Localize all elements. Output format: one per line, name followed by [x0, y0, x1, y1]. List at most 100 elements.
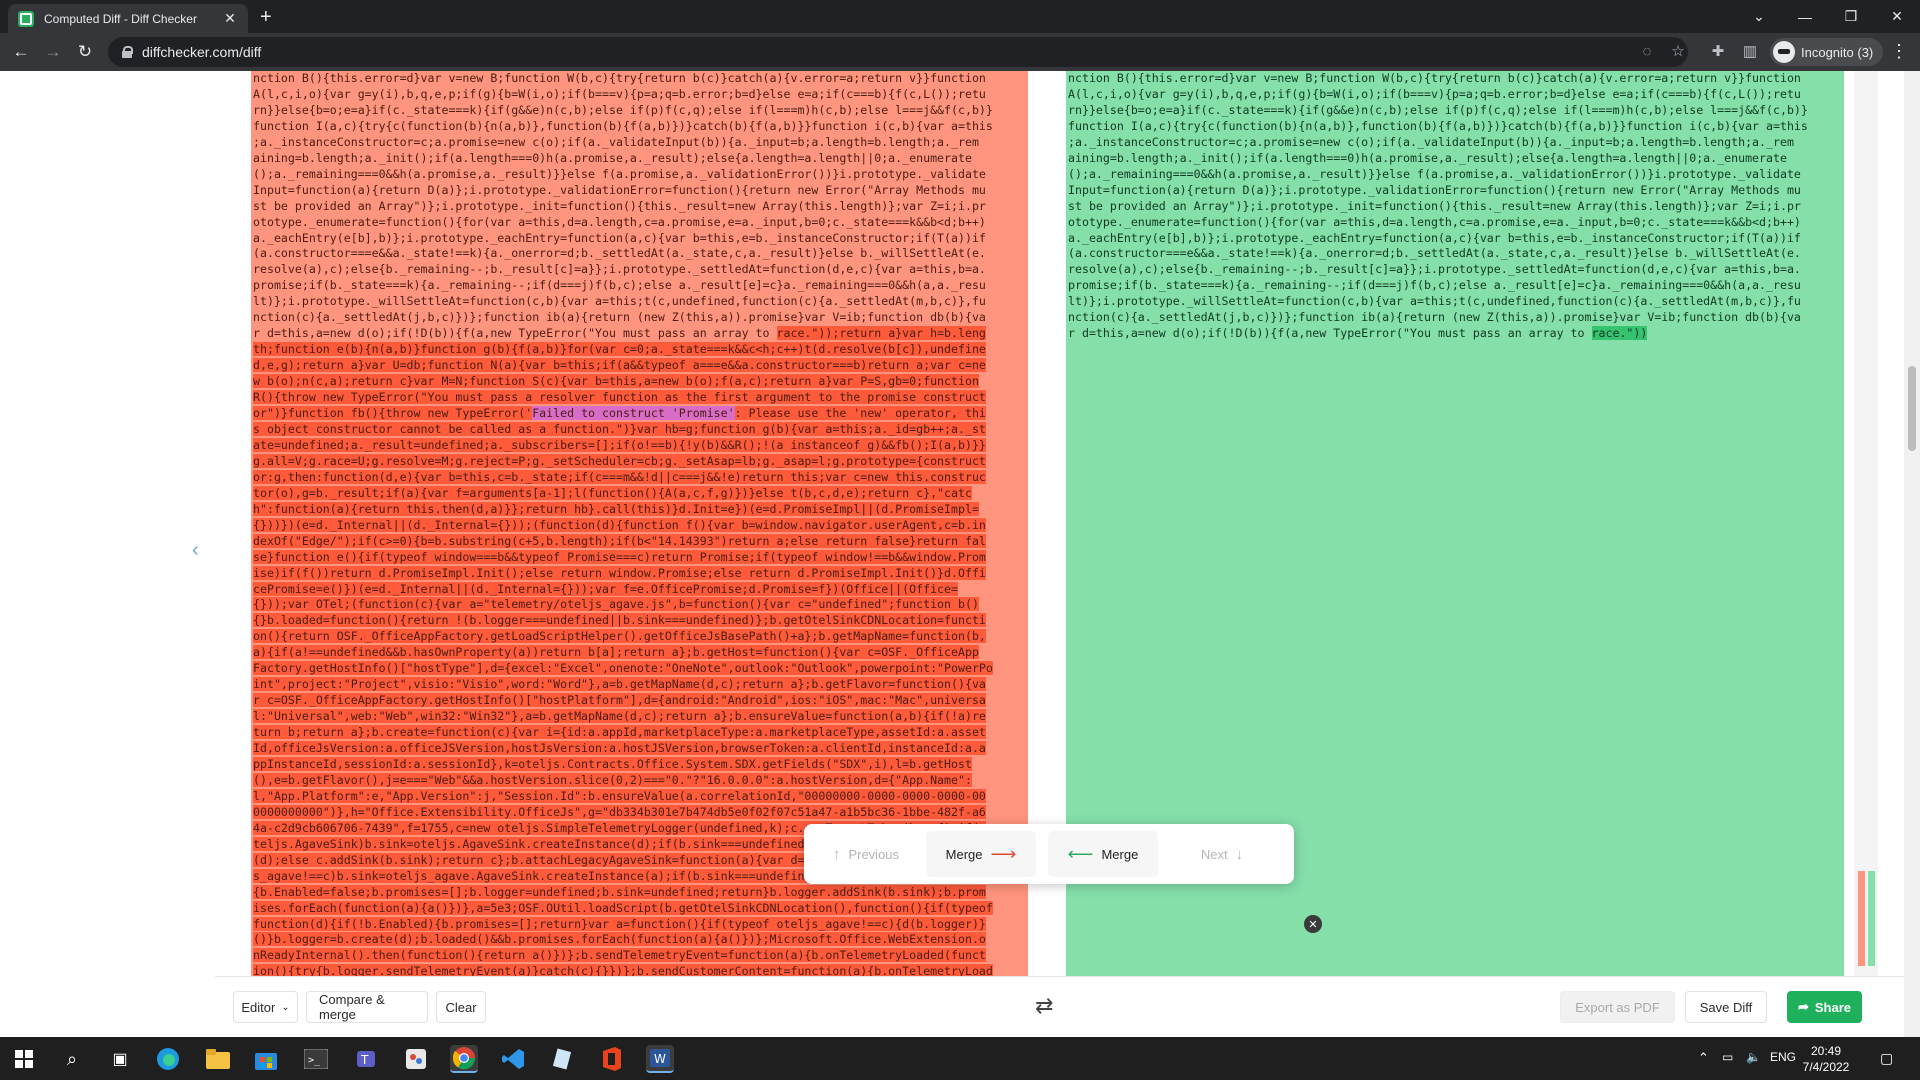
right-diff-line: r d=this,a=new d(o);if(!D(b)){f(a,new Ty… — [1068, 326, 1842, 342]
url-text[interactable]: diffchecker.com/diff — [142, 44, 261, 60]
left-diff-line: a._eachEntry(e[b],b)};i.prototype._eachE… — [253, 231, 1026, 247]
left-changed-segment: or:g,then:function(d,e){var b=this,c=b._… — [253, 469, 986, 484]
browser-toolbar: ← → ↻ diffchecker.com/diff ◌ ☆ ✚ ▥ Incog… — [0, 33, 1920, 71]
left-changed-segment: w b(o);n(c,a);return c}var M=N;function … — [253, 374, 979, 389]
address-bar[interactable]: diffchecker.com/diff — [108, 37, 1688, 67]
microsoft-store-icon[interactable] — [252, 1045, 280, 1073]
export-pdf-button[interactable]: Export as PDF — [1560, 991, 1675, 1023]
chrome-menu-icon[interactable]: ⋮ — [1890, 41, 1908, 62]
left-changed-segment: (),e=b.getFlavor(),j=e==="Web"&&a.hostVe… — [253, 772, 972, 787]
left-diff-line: 0000000000")},h="Office.Extensibility.Of… — [253, 804, 1026, 821]
left-changed-segment: ion(){try{b.logger.sendTelemetryEvent(a)… — [253, 964, 993, 976]
left-changed-segment: {}b.loaded=function(){return !(b.logger=… — [253, 613, 986, 628]
minimize-icon[interactable]: — — [1782, 0, 1828, 33]
taskbar-clock[interactable]: 20:49 7/4/2022 — [1796, 1043, 1856, 1075]
close-merge-popup-icon[interactable]: ✕ — [1304, 915, 1322, 933]
profile-label: Incognito (3) — [1801, 44, 1874, 60]
windows-start-icon[interactable] — [10, 1045, 38, 1073]
reload-icon[interactable]: ↻ — [74, 41, 96, 63]
editor-dropdown[interactable]: Editor ⌄ — [233, 991, 298, 1023]
right-diff-line: rn}}else{b=o;e=a}if(c._state===k){if(g&&… — [1068, 103, 1842, 119]
save-diff-button[interactable]: Save Diff — [1685, 991, 1767, 1023]
task-view-icon[interactable]: ▣ — [106, 1045, 134, 1073]
back-arrow-icon[interactable]: ← — [10, 41, 32, 63]
left-changed-segment: nReadyInternal().then(function(){return … — [253, 948, 986, 963]
left-changed-segment: race."));return a}var h=b.leng — [776, 326, 986, 341]
left-diff-line: w b(o);n(c,a);return c}var M=N;function … — [253, 374, 1026, 390]
swap-sides-icon[interactable]: ⇄ — [1035, 993, 1053, 1019]
left-diff-line: ;a._instanceConstructor=c;a.promise=new … — [253, 135, 1026, 151]
forward-arrow-icon[interactable]: → — [42, 41, 64, 63]
incognito-profile-button[interactable]: Incognito (3) — [1770, 38, 1884, 66]
merge-left-label: Merge — [1101, 846, 1139, 862]
right-diff-line: st be provided an Array")};i.prototype._… — [1068, 199, 1842, 215]
right-text-segment: A(l,c,i,o){var g=y(i),b,q,e,p;if(g){b=W(… — [1068, 86, 1801, 101]
clear-button[interactable]: Clear — [436, 991, 486, 1023]
left-diff-line: ppInstanceId,sessionId:a.sessionId},k=ot… — [253, 756, 1026, 773]
tab-search-icon[interactable]: ⌄ — [1736, 0, 1782, 33]
notifications-icon[interactable]: ▢ — [1880, 1050, 1893, 1067]
vscode-icon[interactable] — [500, 1045, 528, 1073]
left-diff-line: dexOf("Edge/");if(c>=0){b=b.substring(c+… — [253, 533, 1026, 550]
next-change-button[interactable]: Next ↓ — [1172, 831, 1272, 877]
network-icon[interactable]: ▭ — [1722, 1050, 1733, 1064]
right-diff-line: function I(a,c){try{c(function(b){n(a,b)… — [1068, 119, 1842, 135]
notepad-icon[interactable] — [548, 1045, 576, 1073]
edge-icon[interactable] — [154, 1045, 182, 1073]
svg-text:W: W — [654, 1052, 666, 1066]
restore-icon[interactable]: ❐ — [1828, 0, 1874, 33]
left-changed-segment: th;function e(b){n(a,b)}function g(b){f(… — [253, 342, 986, 357]
search-icon[interactable]: ⌕ — [58, 1045, 86, 1073]
extensions-puzzle-icon[interactable]: ✚ — [1708, 41, 1728, 61]
word-icon[interactable]: W — [646, 1045, 674, 1073]
share-button[interactable]: ➦ Share — [1787, 991, 1862, 1023]
svg-text:T: T — [360, 1053, 369, 1067]
right-text-segment: r d=this,a=new d(o);if(!D(b)){f(a,new Ty… — [1068, 326, 1592, 341]
right-diff-line: A(l,c,i,o){var g=y(i),b,q,e,p;if(g){b=W(… — [1068, 87, 1842, 103]
page-scrollbar[interactable] — [1904, 71, 1920, 1037]
teams-icon[interactable]: T — [352, 1045, 380, 1073]
browser-tab[interactable]: Computed Diff - Diff Checker ✕ — [8, 4, 248, 33]
left-diff-line: lt)};i.prototype._willSettleAt=function(… — [253, 294, 1026, 310]
bookmark-star-icon[interactable]: ☆ — [1668, 41, 1688, 61]
tab-close-icon[interactable]: ✕ — [222, 10, 238, 27]
right-text-segment: st be provided an Array")};i.prototype._… — [1068, 198, 1801, 213]
paint-icon[interactable] — [402, 1045, 430, 1073]
left-diff-line: turn b;return a};b.create=function(c){va… — [253, 725, 1026, 741]
left-diff-line: ()}b.logger=b.create(d);b.loaded()&&b.pr… — [253, 932, 1026, 948]
language-indicator[interactable]: ENG — [1770, 1050, 1796, 1064]
left-diff-line: Input=function(a){return D(a)};i.prototy… — [253, 183, 1026, 199]
office-icon[interactable] — [598, 1045, 626, 1073]
compare-merge-button[interactable]: Compare & merge — [306, 991, 428, 1023]
merge-right-button[interactable]: Merge ⟶ — [926, 831, 1036, 877]
left-diff-line: or")}function fb(){throw new TypeError('… — [253, 406, 1026, 422]
previous-change-button[interactable]: ↑ Previous — [812, 831, 920, 877]
share-arrow-icon: ➦ — [1797, 999, 1809, 1014]
right-diff-line: Input=function(a){return D(a)};i.prototy… — [1068, 183, 1842, 199]
page-scrollbar-thumb[interactable] — [1908, 366, 1916, 451]
new-tab-button[interactable]: + — [260, 6, 272, 28]
left-changed-segment: turn b;return a};b.create=function(c){va… — [253, 725, 986, 740]
right-diff-line: aining=b.length;a._init();if(a.length===… — [1068, 151, 1842, 167]
file-explorer-icon[interactable] — [204, 1045, 232, 1073]
diff-minimap[interactable] — [1854, 71, 1878, 976]
left-text-segment: (a.constructor===e&&a._state!==k){a._one… — [253, 246, 986, 261]
left-diff-line: g.all=V;g.race=U;g.resolve=M;g.reject=P;… — [253, 453, 1026, 470]
left-diff-line: s object constructor cannot be called as… — [253, 421, 1026, 438]
merge-left-button[interactable]: ⟵ Merge — [1048, 831, 1158, 877]
terminal-icon[interactable]: >_ — [302, 1045, 330, 1073]
chrome-icon[interactable] — [450, 1045, 478, 1073]
tray-chevron-up-icon[interactable]: ⌃ — [1698, 1050, 1709, 1066]
side-panel-icon[interactable]: ▥ — [1740, 41, 1760, 61]
right-diff-line: nction(c){a._settledAt(j,b,c)})};functio… — [1068, 310, 1842, 326]
eye-off-icon[interactable]: ◌ — [1637, 41, 1657, 61]
volume-icon[interactable]: 🔈 — [1746, 1050, 1761, 1064]
left-changed-segment: dexOf("Edge/");if(c>=0){b=b.substring(c+… — [253, 533, 986, 548]
merge-toolbar-popup: ↑ Previous Merge ⟶ ⟵ Merge Next ↓ — [804, 824, 1294, 884]
chevron-left-icon[interactable]: ‹ — [192, 539, 199, 562]
close-window-icon[interactable]: ✕ — [1874, 0, 1920, 33]
right-text-segment: ();a._remaining===0&&h(a.promise,a._resu… — [1068, 166, 1801, 181]
left-diff-line: th;function e(b){n(a,b)}function g(b){f(… — [253, 342, 1026, 358]
left-changed-segment: on(){return OSF._OfficeAppFactory.getLoa… — [253, 629, 986, 644]
left-diff-line: ate=undefined;a._result=undefined;a._sub… — [253, 437, 1026, 454]
